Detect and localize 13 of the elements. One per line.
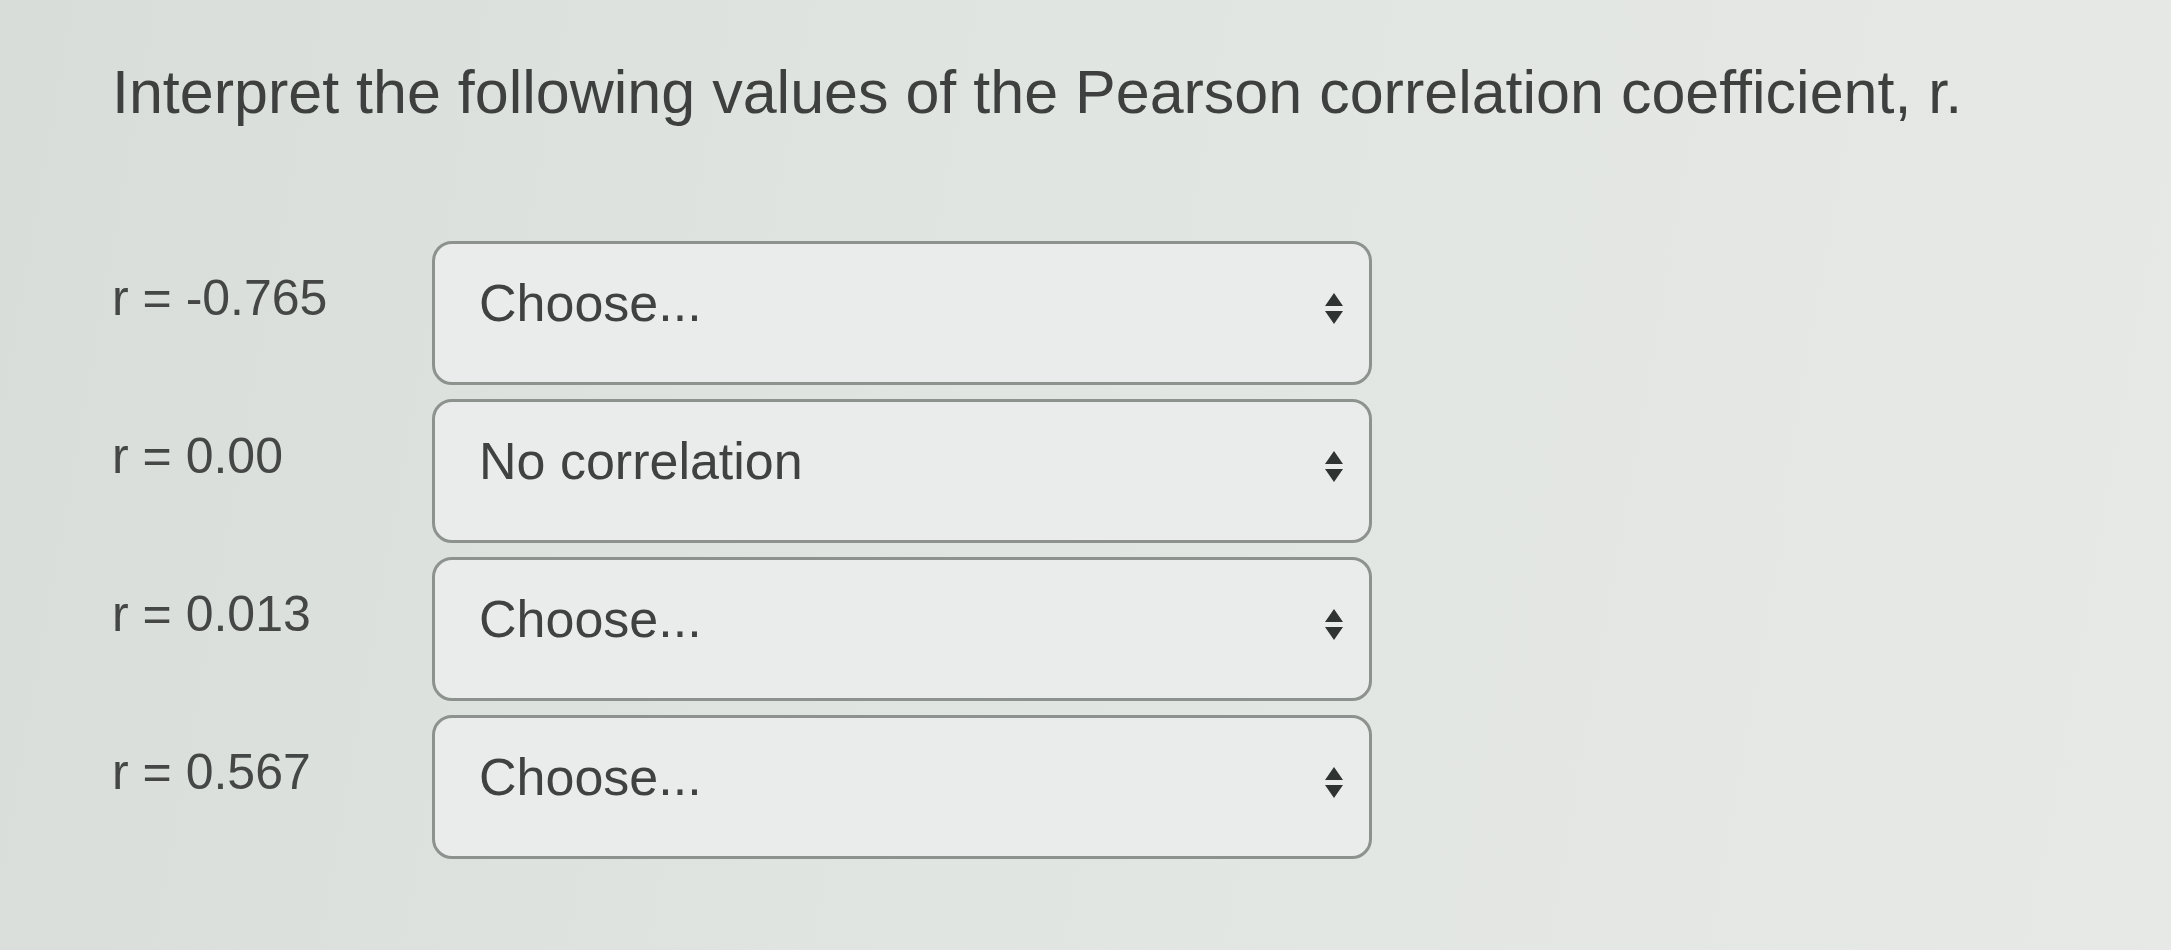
- r-value-label: r = -0.765: [112, 269, 329, 328]
- r-value-label: r = 0.013: [112, 585, 312, 644]
- r-value-label: r = 0.00: [112, 427, 284, 486]
- r-value-label: r = 0.567: [112, 743, 312, 802]
- answer-dropdown[interactable]: Choose...: [432, 715, 1372, 860]
- up-down-caret-icon: [1325, 292, 1343, 324]
- answer-dropdown[interactable]: Choose...: [432, 557, 1372, 702]
- answer-dropdown[interactable]: No correlation: [432, 399, 1372, 544]
- answer-dropdown[interactable]: Choose...: [432, 241, 1372, 386]
- up-down-caret-icon: [1325, 608, 1343, 640]
- up-down-caret-icon: [1325, 766, 1343, 798]
- up-down-caret-icon: [1325, 450, 1343, 482]
- question-prompt: Interpret the following values of the Pearson correlation coefficient, r.: [112, 57, 1964, 128]
